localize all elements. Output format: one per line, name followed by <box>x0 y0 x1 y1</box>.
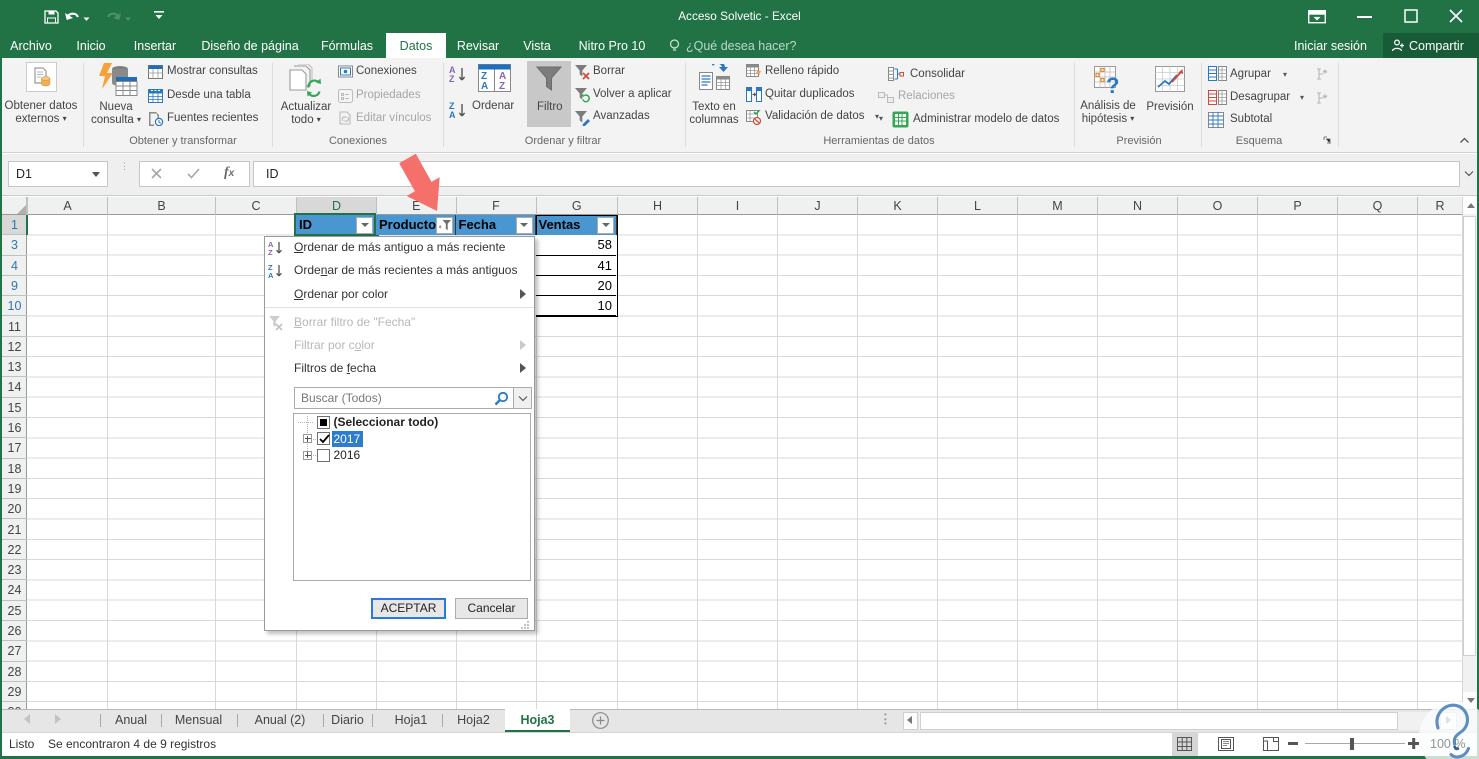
svg-text:?: ? <box>1106 73 1119 96</box>
svg-text:A: A <box>449 110 456 120</box>
svg-text:A: A <box>481 81 488 92</box>
svg-text:Z: Z <box>449 74 455 84</box>
svg-text:A: A <box>268 271 274 279</box>
svg-text:Z: Z <box>499 81 505 92</box>
svg-text:Z: Z <box>268 248 273 256</box>
